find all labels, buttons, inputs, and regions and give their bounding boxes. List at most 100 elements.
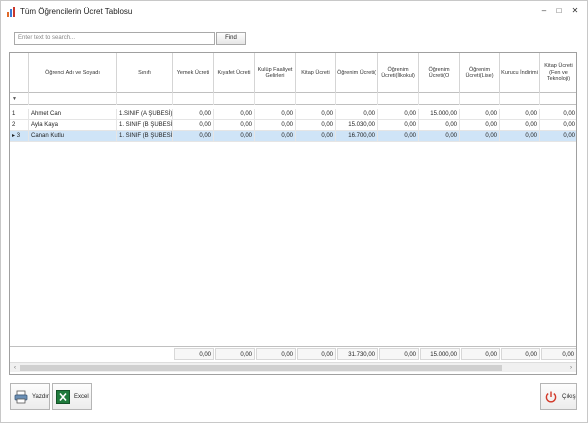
main-window: Tüm Öğrencilerin Ücret Tablosu – □ ✕ Ent… bbox=[0, 0, 588, 423]
fee-cell[interactable]: 0,00 bbox=[460, 131, 500, 142]
filter-cell[interactable] bbox=[117, 93, 173, 105]
fee-cell[interactable]: 0,00 bbox=[500, 131, 540, 142]
fee-cell[interactable]: 0,00 bbox=[336, 109, 378, 120]
row-index: 2 bbox=[12, 122, 16, 128]
column-header[interactable]: Kurucu İndirimi bbox=[500, 53, 540, 93]
total-cell: 15.000,00 bbox=[420, 348, 460, 360]
filter-cell[interactable] bbox=[173, 93, 214, 105]
table-row[interactable]: 1 Ahmet Can 1.SINIF (A ŞUBESİ) 0,00 0,00… bbox=[10, 109, 576, 120]
filter-cell[interactable] bbox=[296, 93, 336, 105]
filter-cell[interactable] bbox=[540, 93, 576, 105]
exit-button[interactable]: Çıkış bbox=[540, 383, 577, 410]
minimize-button[interactable]: – bbox=[537, 5, 551, 17]
total-cell: 0,00 bbox=[501, 348, 540, 360]
filter-cell[interactable] bbox=[29, 93, 117, 105]
fee-cell[interactable]: 0,00 bbox=[214, 120, 255, 131]
column-header[interactable]: Kitap Ücreti bbox=[296, 53, 336, 93]
scroll-left-arrow[interactable]: ‹ bbox=[10, 363, 20, 373]
auto-filter-row[interactable]: ▼ bbox=[10, 93, 576, 105]
fee-cell[interactable]: 0,00 bbox=[540, 109, 576, 120]
horizontal-scrollbar[interactable]: ‹ › bbox=[10, 362, 576, 372]
filter-cell[interactable] bbox=[214, 93, 255, 105]
fee-cell[interactable]: 0,00 bbox=[378, 131, 419, 142]
column-header[interactable]: Kitap Ücreti (Fen ve Teknoloji) bbox=[540, 53, 576, 93]
fee-cell[interactable]: 0,00 bbox=[540, 131, 576, 142]
fee-cell[interactable]: 16.700,00 bbox=[336, 131, 378, 142]
row-number: ▸ 3 bbox=[10, 131, 29, 142]
fee-cell[interactable]: 0,00 bbox=[419, 120, 460, 131]
class-cell[interactable]: 1. SINIF (B ŞUBESİ) bbox=[117, 120, 173, 131]
print-label: Yazdır bbox=[32, 393, 49, 400]
total-cell: 0,00 bbox=[215, 348, 255, 360]
row-number: 1 bbox=[10, 109, 29, 120]
filter-cell[interactable] bbox=[336, 93, 378, 105]
filter-cell[interactable] bbox=[419, 93, 460, 105]
totals-footer: 0,00 0,00 0,00 0,00 31.730,00 0,00 15.00… bbox=[10, 346, 576, 360]
class-cell[interactable]: 1. SINIF (B ŞUBESİ) bbox=[117, 131, 173, 142]
fee-cell[interactable]: 0,00 bbox=[419, 131, 460, 142]
total-cell: 0,00 bbox=[297, 348, 336, 360]
column-header[interactable]: Öğrenci Adı ve Soyadı bbox=[29, 53, 117, 93]
total-cell: 0,00 bbox=[541, 348, 576, 360]
fee-cell[interactable]: 0,00 bbox=[255, 120, 296, 131]
grid-header-row: Öğrenci Adı ve Soyadı Sınıfı Yemek Ücret… bbox=[10, 53, 576, 93]
print-button[interactable]: Yazdır bbox=[10, 383, 50, 410]
student-name-cell[interactable]: Ahmet Can bbox=[29, 109, 117, 120]
fee-cell[interactable]: 0,00 bbox=[296, 131, 336, 142]
student-name-cell[interactable]: Ayla Kaya bbox=[29, 120, 117, 131]
fee-cell[interactable]: 0,00 bbox=[173, 120, 214, 131]
fee-cell[interactable]: 0,00 bbox=[378, 109, 419, 120]
fee-cell[interactable]: 0,00 bbox=[173, 131, 214, 142]
close-button[interactable]: ✕ bbox=[568, 5, 582, 17]
maximize-button[interactable]: □ bbox=[552, 5, 566, 17]
column-header[interactable]: Sınıfı bbox=[117, 53, 173, 93]
excel-export-button[interactable]: Excel bbox=[52, 383, 92, 410]
power-icon bbox=[544, 390, 558, 404]
fee-cell[interactable]: 0,00 bbox=[296, 109, 336, 120]
data-grid: Öğrenci Adı ve Soyadı Sınıfı Yemek Ücret… bbox=[9, 52, 577, 375]
printer-icon bbox=[14, 390, 28, 404]
fee-cell[interactable]: 0,00 bbox=[540, 120, 576, 131]
column-header[interactable]: Yemek Ücreti bbox=[173, 53, 214, 93]
student-name-cell[interactable]: Canan Kutlu bbox=[29, 131, 117, 142]
fee-cell[interactable]: 0,00 bbox=[255, 131, 296, 142]
column-header[interactable]: Öğrenim Ücreti(O bbox=[419, 53, 460, 93]
column-header[interactable]: Öğrenim Ücreti(Lise) bbox=[460, 53, 500, 93]
fee-cell[interactable]: 15.030,00 bbox=[336, 120, 378, 131]
filter-icon: ▼ bbox=[12, 96, 17, 102]
fee-cell[interactable]: 0,00 bbox=[500, 109, 540, 120]
class-cell[interactable]: 1.SINIF (A ŞUBESİ) bbox=[117, 109, 173, 120]
filter-cell[interactable] bbox=[500, 93, 540, 105]
fee-cell[interactable]: 15.000,00 bbox=[419, 109, 460, 120]
excel-icon bbox=[56, 389, 70, 404]
chart-app-icon bbox=[7, 7, 17, 17]
table-row-selected[interactable]: ▸ 3 Canan Kutlu 1. SINIF (B ŞUBESİ) 0,00… bbox=[10, 131, 576, 142]
filter-cell[interactable] bbox=[378, 93, 419, 105]
fee-cell[interactable]: 0,00 bbox=[460, 120, 500, 131]
fee-cell[interactable]: 0,00 bbox=[255, 109, 296, 120]
fee-cell[interactable]: 0,00 bbox=[173, 109, 214, 120]
row-indicator-header bbox=[10, 53, 29, 93]
fee-cell[interactable]: 0,00 bbox=[214, 109, 255, 120]
fee-cell[interactable]: 0,00 bbox=[214, 131, 255, 142]
row-index: 1 bbox=[12, 111, 16, 117]
filter-cell[interactable] bbox=[460, 93, 500, 105]
total-cell: 0,00 bbox=[256, 348, 296, 360]
column-header[interactable]: Öğrenim Ücreti( bbox=[336, 53, 378, 93]
total-cell: 0,00 bbox=[461, 348, 500, 360]
total-cell: 31.730,00 bbox=[337, 348, 378, 360]
scrollbar-thumb[interactable] bbox=[20, 365, 502, 371]
fee-cell[interactable]: 0,00 bbox=[296, 120, 336, 131]
fee-cell[interactable]: 0,00 bbox=[460, 109, 500, 120]
column-header[interactable]: Öğrenim Ücreti(İlkokul) bbox=[378, 53, 419, 93]
find-button[interactable]: Find bbox=[216, 32, 246, 45]
table-row[interactable]: 2 Ayla Kaya 1. SINIF (B ŞUBESİ) 0,00 0,0… bbox=[10, 120, 576, 131]
fee-cell[interactable]: 0,00 bbox=[500, 120, 540, 131]
column-header[interactable]: Kıyafet Ücreti bbox=[214, 53, 255, 93]
scroll-right-arrow[interactable]: › bbox=[566, 363, 576, 373]
row-index: 3 bbox=[16, 133, 21, 139]
column-header[interactable]: Kulüp Faaliyet Gelirleri bbox=[255, 53, 296, 93]
search-input[interactable]: Enter text to search... bbox=[14, 32, 215, 45]
fee-cell[interactable]: 0,00 bbox=[378, 120, 419, 131]
filter-cell[interactable] bbox=[255, 93, 296, 105]
